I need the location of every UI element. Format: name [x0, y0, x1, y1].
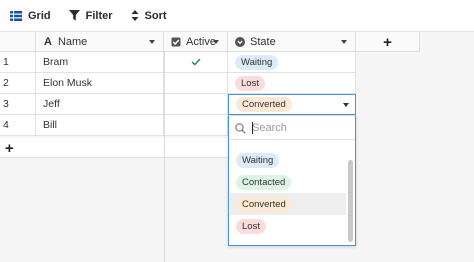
search-input[interactable] [252, 119, 350, 137]
dropdown-option[interactable]: Lost [230, 215, 346, 237]
option-label: Lost [236, 218, 266, 234]
option-label: Contacted [236, 174, 292, 190]
sort-label: Sort [144, 9, 167, 22]
checkmark-icon [190, 58, 201, 66]
column-divider [164, 52, 165, 262]
column-header-state-label: State [250, 36, 276, 48]
chevron-down-icon[interactable] [341, 40, 347, 44]
status-badge: Converted [236, 97, 292, 112]
active-cell[interactable] [164, 52, 228, 72]
state-select-input[interactable]: Converted [228, 94, 356, 115]
status-badge: Waiting [235, 54, 279, 70]
column-header-active-label: Active [186, 36, 216, 48]
row-number: 3 [0, 94, 36, 114]
state-dropdown: Waiting Contacted Converted Lost [228, 115, 356, 246]
dropdown-option[interactable]: Waiting [230, 149, 346, 171]
grid: A Name Active State + 1 Bram Waiting 2 E… [0, 32, 474, 262]
name-cell[interactable]: Bill [36, 115, 164, 135]
text-cursor [252, 122, 253, 134]
option-label: Waiting [236, 152, 280, 168]
chevron-down-icon[interactable] [213, 40, 219, 44]
column-header-active[interactable]: Active [164, 32, 228, 52]
chevron-down-icon[interactable] [343, 103, 349, 107]
dropdown-option[interactable]: Converted [230, 193, 346, 215]
row-number: 2 [0, 73, 36, 93]
name-cell[interactable]: Jeff [36, 94, 164, 114]
column-header-name[interactable]: A Name [36, 32, 164, 52]
grid-view-button[interactable]: Grid [10, 10, 51, 22]
single-select-icon [235, 37, 245, 47]
table-row[interactable]: 1 Bram Waiting [0, 52, 356, 73]
plus-icon: + [5, 140, 14, 157]
row-number: 1 [0, 52, 36, 72]
active-cell[interactable] [164, 73, 228, 93]
checkbox-type-icon [171, 37, 181, 47]
grid-icon [10, 10, 22, 21]
row-number: 4 [0, 115, 36, 135]
row-number-header [0, 32, 36, 52]
sort-button[interactable]: Sort [131, 10, 167, 22]
filter-button[interactable]: Filter [68, 9, 113, 22]
name-cell[interactable]: Bram [36, 52, 164, 72]
text-type-icon: A [44, 36, 52, 48]
filter-icon [68, 10, 80, 21]
chevron-down-icon[interactable] [149, 40, 155, 44]
column-header-state[interactable]: State [228, 32, 356, 52]
name-cell[interactable]: Elon Musk [36, 73, 164, 93]
sort-icon [131, 10, 139, 21]
toolbar: Grid Filter Sort [0, 0, 474, 32]
dropdown-option[interactable]: Contacted [230, 171, 346, 193]
column-header-name-label: Name [57, 36, 88, 48]
option-label: Converted [236, 196, 292, 212]
status-badge: Lost [235, 75, 265, 91]
state-cell[interactable]: Lost [228, 73, 356, 93]
search-icon [235, 123, 246, 134]
filter-label: Filter [85, 9, 113, 22]
state-cell[interactable]: Waiting [228, 52, 356, 72]
dropdown-search [229, 116, 355, 140]
dropdown-scrollbar[interactable] [348, 160, 353, 242]
active-cell[interactable] [164, 115, 228, 135]
header-row: A Name Active State + [0, 32, 420, 52]
table-row[interactable]: 2 Elon Musk Lost [0, 73, 356, 94]
plus-icon: + [383, 33, 392, 51]
active-cell[interactable] [164, 94, 228, 114]
grid-label: Grid [28, 9, 51, 22]
add-column-button[interactable]: + [356, 32, 420, 52]
